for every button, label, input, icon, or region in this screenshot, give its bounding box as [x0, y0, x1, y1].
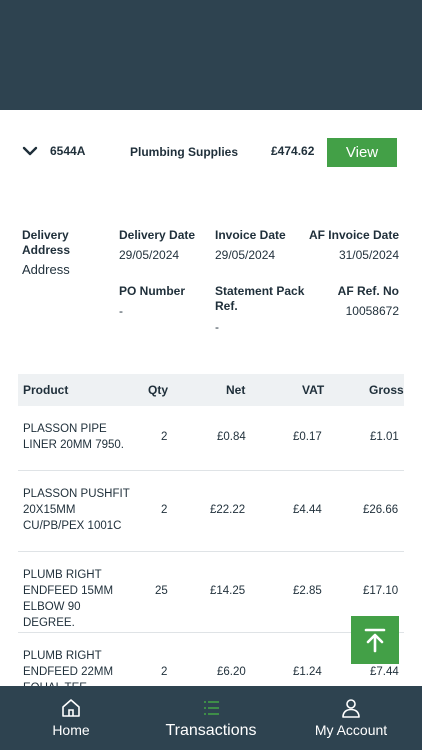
invoice-amount: £474.62	[271, 144, 315, 158]
table-row: PLASSON PIPE LINER 20MM 7950. 2 £0.84 £0…	[18, 407, 404, 471]
nav-home-label: Home	[52, 722, 90, 738]
gross-value: £17.10	[363, 585, 399, 597]
header-net: Net	[226, 383, 246, 397]
supplier-name: Plumbing Supplies	[130, 145, 239, 159]
nav-home[interactable]: Home	[1, 686, 141, 750]
qty-value: 2	[161, 504, 168, 516]
qty-value: 2	[161, 431, 168, 443]
nav-transactions[interactable]: Transactions	[141, 686, 281, 750]
list-icon	[204, 701, 219, 715]
header-product: Product	[23, 383, 69, 397]
vat-value: £0.17	[293, 431, 322, 443]
net-value: £14.25	[210, 585, 246, 597]
table-row: PLUMB RIGHT ENDFEED 15MM ELBOW 90 DEGREE…	[18, 553, 404, 633]
nav-my-account-label: My Account	[314, 722, 388, 738]
vat-value: £1.24	[293, 666, 322, 678]
qty-value: 2	[161, 666, 168, 678]
vat-value: £4.44	[293, 504, 322, 516]
invoice-date-label: Invoice Date	[215, 228, 286, 242]
nav-transactions-label: Transactions	[165, 722, 257, 739]
gross-value: £1.01	[370, 431, 399, 443]
invoice-date-value: 29/05/2024	[215, 248, 276, 262]
header-gross: Gross	[369, 383, 404, 397]
header-qty: Qty	[148, 383, 169, 397]
delivery-address-label: Delivery Address	[22, 228, 71, 257]
header-vat: VAT	[302, 383, 325, 397]
af-ref-label: AF Ref. No	[337, 284, 399, 298]
home-icon	[62, 699, 80, 717]
statement-pack-value: -	[215, 320, 219, 334]
chevron-down-icon[interactable]	[22, 144, 38, 158]
statement-pack-label: Statement Pack Ref.	[215, 284, 305, 313]
po-number-value: -	[119, 304, 123, 318]
table-row: PLASSON PUSHFIT 20X15MM CU/PB/PEX 1001C …	[18, 472, 404, 552]
product-name: PLASSON PUSHFIT 20X15MM CU/PB/PEX 1001C	[23, 488, 130, 532]
product-name: PLUMB RIGHT ENDFEED 15MM ELBOW 90 DEGREE…	[23, 569, 114, 629]
delivery-date-value: 29/05/2024	[119, 248, 180, 262]
qty-value: 25	[155, 585, 168, 597]
delivery-date-label: Delivery Date	[119, 228, 196, 242]
user-icon	[342, 699, 360, 718]
table-header	[18, 374, 404, 406]
scroll-to-top-button[interactable]	[351, 616, 399, 664]
product-name: PLASSON PIPE LINER 20MM 7950.	[23, 423, 124, 451]
net-value: £6.20	[217, 666, 246, 678]
gross-value: £7.44	[370, 666, 399, 678]
nav-my-account[interactable]: My Account	[281, 686, 421, 750]
vat-value: £2.85	[293, 585, 322, 597]
af-ref-value: 10058672	[345, 304, 399, 318]
af-invoice-date-value: 31/05/2024	[338, 248, 399, 262]
gross-value: £26.66	[363, 504, 399, 516]
net-value: £0.84	[217, 431, 246, 443]
delivery-address-value: Address	[22, 262, 70, 277]
app-header	[0, 0, 422, 110]
po-number-label: PO Number	[119, 284, 186, 298]
arrow-up-to-top-icon	[364, 628, 386, 653]
view-button[interactable]: View	[327, 138, 397, 167]
account-code: 6544A	[50, 144, 86, 158]
net-value: £22.22	[210, 504, 246, 516]
af-invoice-date-label: AF Invoice Date	[308, 228, 399, 242]
